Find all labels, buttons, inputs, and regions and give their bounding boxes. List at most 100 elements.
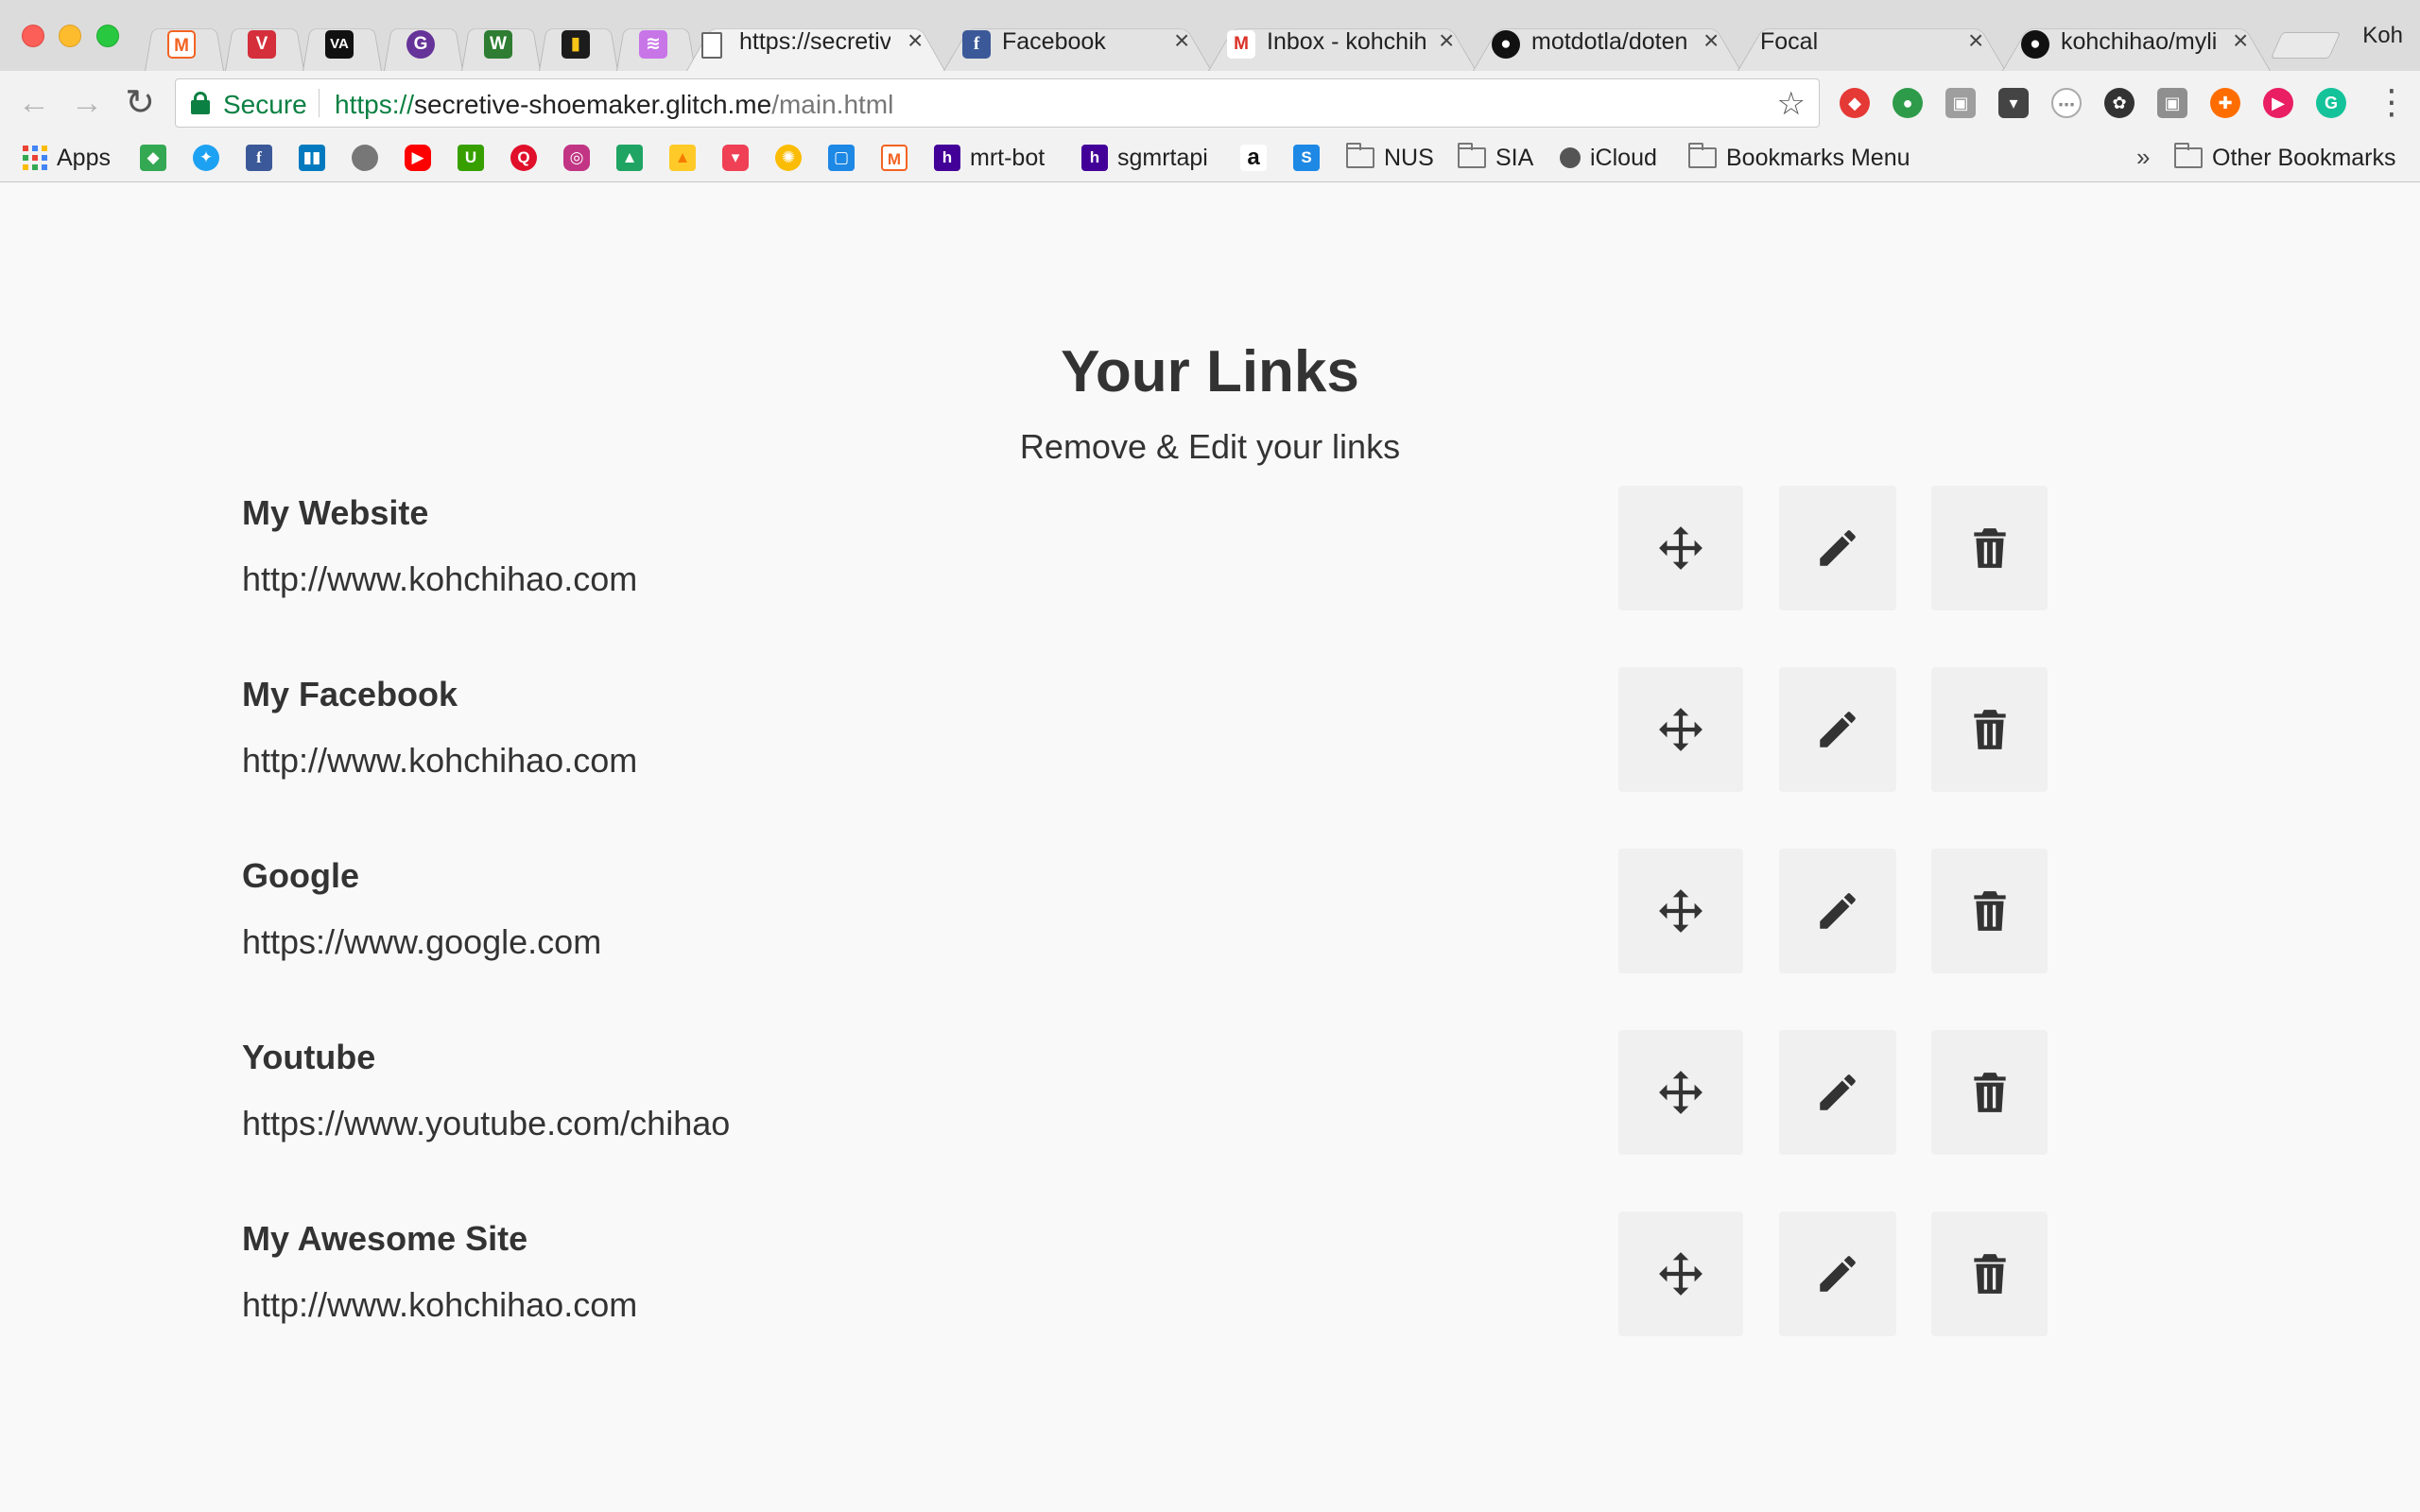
apps-grid-icon [23,146,47,170]
bookmark-amazon[interactable]: a [1240,141,1267,175]
url-text[interactable]: https://secretive-shoemaker.glitch.me/ma… [335,90,893,120]
quora-icon: Q [510,145,537,171]
bookmark-trello[interactable]: ▮▮ [299,141,325,175]
bookmark-youtube[interactable]: ▶ [405,141,431,175]
bookmark-pocket[interactable]: ▾ [722,141,749,175]
youtube-icon: ▶ [405,145,431,171]
bookmark-drive[interactable]: ▲ [616,141,643,175]
bookmarks-menu-folder[interactable]: Bookmarks Menu [1688,141,1910,175]
tab-close-icon[interactable]: × [1174,26,1189,55]
delete-button[interactable] [1931,849,2048,973]
palette-icon[interactable]: ✿ [2104,88,2135,118]
bookmark-instagram[interactable]: ◎ [563,141,590,175]
bookmark-apps[interactable]: Apps [23,141,111,175]
bookmark-magento[interactable]: M [881,141,908,175]
tab-glitch[interactable]: ≋ [616,17,696,71]
bookmark-twitter[interactable]: ✦ [193,141,219,175]
link-url[interactable]: https://www.youtube.com/chihao [242,1104,730,1143]
edit-button[interactable] [1779,1030,1896,1155]
link-name: Youtube [242,1038,376,1076]
url-host: secretive-shoemaker.glitch.me [414,90,772,119]
tab-lock[interactable]: ▮ [539,17,618,71]
more-bookmarks-icon[interactable]: » [2136,143,2150,172]
minimize-window-button[interactable] [59,25,81,47]
instagram-icon: ◎ [563,145,590,171]
tab-close-icon[interactable]: × [908,26,923,55]
tab-w[interactable]: W [461,17,541,71]
tab-gmail[interactable]: M Inbox - kohchih × [1208,17,1477,71]
bookmark-folder-sia[interactable]: SIA [1458,141,1533,175]
bookmark-facebook[interactable]: f [246,141,272,175]
tab-gatsby[interactable]: G [384,17,463,71]
bookmark-s[interactable]: S [1293,141,1320,175]
camera-icon[interactable]: ▣ [1945,88,1976,118]
evernote-icon[interactable]: ● [1893,88,1923,118]
bookmark-frame[interactable]: ▢ [828,141,855,175]
delete-button[interactable] [1931,486,2048,610]
bookmarks-bar: Apps ◆ ✦ f ▮▮ ▶ U Q ◎ ▲ ▲ ▾ ✺ ▢ M h mrt-… [0,135,2420,182]
gatsby-icon: G [406,30,435,59]
bookmark-quora[interactable]: Q [510,141,537,175]
other-bookmarks-folder[interactable]: Other Bookmarks [2174,141,2396,175]
tab-facebook[interactable]: f Facebook × [943,17,1212,71]
grammarly-icon[interactable]: G [2316,88,2346,118]
forward-arrow-icon[interactable]: → [68,84,106,122]
bookmark-apple[interactable] [352,141,378,175]
ublock-icon[interactable]: ◆ [1840,88,1870,118]
link-url[interactable]: http://www.kohchihao.com [242,741,637,781]
loading-icon[interactable]: ⋯ [2051,88,2082,118]
tab-close-icon[interactable]: × [1439,26,1454,55]
bookmark-photos[interactable]: ✺ [775,141,802,175]
move-button[interactable] [1618,1030,1743,1155]
play-icon[interactable]: ▶ [2263,88,2293,118]
move-icon [1659,1071,1703,1114]
pocket-icon[interactable]: ▾ [1998,88,2029,118]
edit-button[interactable] [1779,1211,1896,1336]
delete-button[interactable] [1931,1211,2048,1336]
glitch-icon: ≋ [639,30,667,59]
address-bar[interactable]: Secure https://secretive-shoemaker.glitc… [175,78,1820,128]
tab-va[interactable]: VA [302,17,382,71]
new-tab-button[interactable] [2270,32,2342,59]
tab-close-icon[interactable]: × [1703,26,1719,55]
bookmark-sgmrtapi[interactable]: h sgmrtapi [1081,141,1208,175]
close-window-button[interactable] [22,25,44,47]
link-url[interactable]: http://www.kohchihao.com [242,559,637,599]
bookmark-icloud[interactable]: iCloud [1560,141,1657,175]
bookmark-star-icon[interactable]: ☆ [1777,85,1806,123]
delete-button[interactable] [1931,1030,2048,1155]
link-url[interactable]: https://www.google.com [242,922,601,962]
tab-vivaldi[interactable]: V [225,17,304,71]
delete-button[interactable] [1931,667,2048,792]
tab-github-mylinks[interactable]: ● kohchihao/myli × [2002,17,2271,71]
bookmark-maps[interactable]: ◆ [140,141,166,175]
bookmark-mrt-bot[interactable]: h mrt-bot [934,141,1045,175]
firebase-icon: ▲ [669,145,696,171]
menu-icon[interactable]: ⋮ [2375,83,2409,121]
drive-icon: ▲ [616,145,643,171]
zoom-window-button[interactable] [96,25,119,47]
edit-button[interactable] [1779,486,1896,610]
bookmark-firebase[interactable]: ▲ [669,141,696,175]
bookmark-upwork[interactable]: U [458,141,484,175]
move-button[interactable] [1618,667,1743,792]
tab-close-icon[interactable]: × [2233,26,2248,55]
tab-focal[interactable]: Focal × [1737,17,2006,71]
tab-magento[interactable]: M [145,17,224,71]
profile-name[interactable]: Koh [2362,23,2403,49]
back-arrow-icon[interactable]: ← [15,84,53,122]
edit-button[interactable] [1779,849,1896,973]
tab-github-dotenv[interactable]: ● motdotla/doten × [1473,17,1741,71]
screenshot-icon[interactable]: ▣ [2157,88,2187,118]
link-url[interactable]: http://www.kohchihao.com [242,1285,637,1325]
bookmark-label: mrt-bot [970,144,1046,171]
tab-close-icon[interactable]: × [1968,26,1983,55]
reload-icon[interactable]: ↻ [121,84,159,122]
tab-active[interactable]: https://secretiv × [686,17,945,71]
bookmark-folder-nus[interactable]: NUS [1346,141,1434,175]
move-button[interactable] [1618,486,1743,610]
move-button[interactable] [1618,849,1743,973]
move-button[interactable] [1618,1211,1743,1336]
edit-button[interactable] [1779,667,1896,792]
lifebuoy-icon[interactable]: ✚ [2210,88,2240,118]
